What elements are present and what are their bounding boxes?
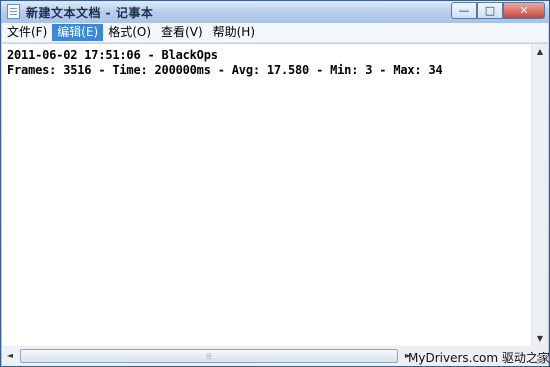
text-editor[interactable]: 2011-06-02 17:51:06 - BlackOps Frames: 3… [2,43,548,347]
scroll-up-arrow-icon[interactable]: ▲ [532,44,548,60]
vertical-scrollbar[interactable]: ▲ ▼ [531,44,548,347]
watermark: MyDrivers.com 驱动之家 [408,351,550,365]
resize-grip-icon[interactable] [536,354,546,364]
scroll-down-arrow-icon[interactable]: ▼ [532,331,548,347]
scroll-left-arrow-icon[interactable]: ◄ [2,348,18,364]
notepad-window: 新建文本文档 - 记事本 — □ ✕ 文件(F) 编辑(E) 格式(O) 查看(… [0,0,550,367]
horizontal-scrollbar[interactable]: ◄ ⦙⦙⦙ ► [2,348,411,364]
caption-buttons: — □ ✕ [451,2,545,19]
menu-format[interactable]: 格式(O) [103,24,156,41]
notepad-icon[interactable] [7,4,20,19]
menu-edit[interactable]: 编辑(E) [52,24,104,41]
menu-bar: 文件(F) 编辑(E) 格式(O) 查看(V) 帮助(H) [2,23,548,43]
minimize-button[interactable]: — [451,2,477,19]
grip-icon: ⦙⦙⦙ [206,352,212,361]
close-button[interactable]: ✕ [503,2,545,19]
scrollbar-thumb[interactable]: ⦙⦙⦙ [20,349,398,363]
maximize-button[interactable]: □ [477,2,503,19]
text-line: 2011-06-02 17:51:06 - BlackOps [7,48,218,62]
menu-help[interactable]: 帮助(H) [208,24,260,41]
menu-file[interactable]: 文件(F) [2,24,52,41]
window-title: 新建文本文档 - 记事本 [26,6,154,20]
menu-view[interactable]: 查看(V) [156,24,208,41]
title-bar[interactable]: 新建文本文档 - 记事本 — □ ✕ [1,1,549,23]
text-line: Frames: 3516 - Time: 200000ms - Avg: 17.… [7,63,443,77]
status-area: ◄ ⦙⦙⦙ ► MyDrivers.com 驱动之家 [2,346,550,366]
